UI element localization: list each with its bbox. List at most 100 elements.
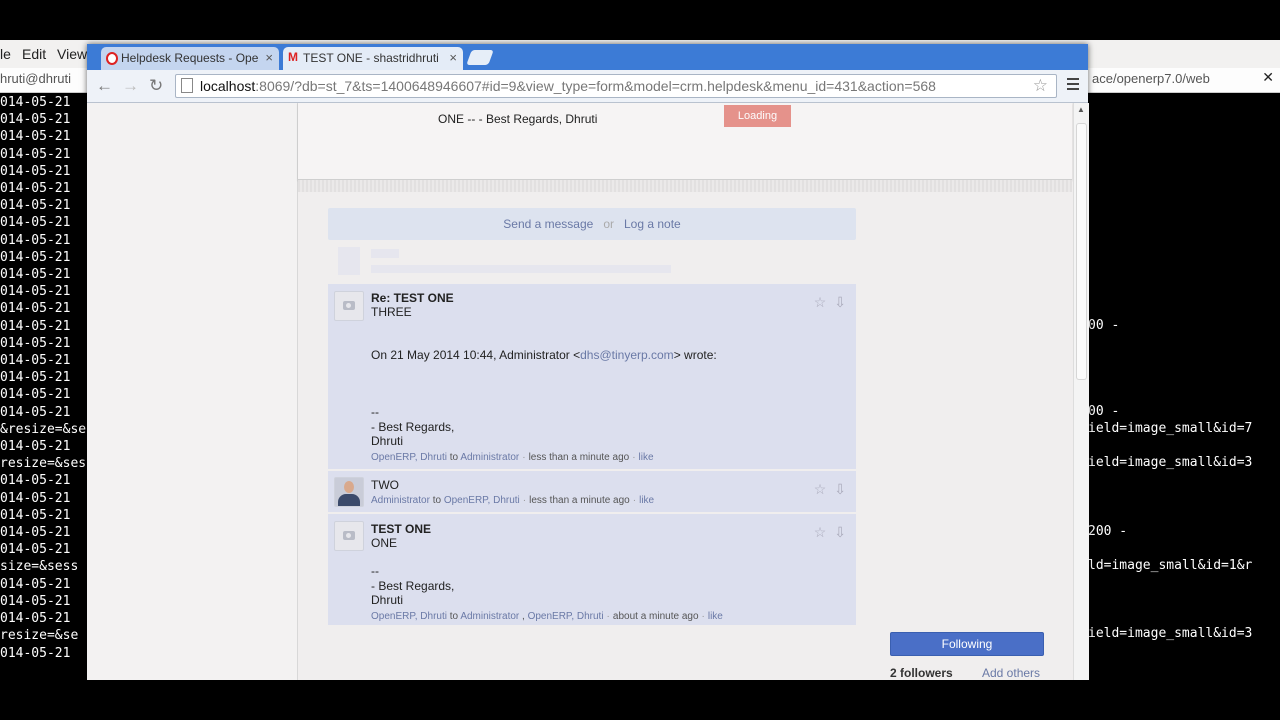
email-link[interactable]: dhs@tinyerp.com	[580, 348, 674, 362]
terminal-line: 014-05-21	[0, 490, 71, 506]
signature-line: - Best Regards,	[371, 420, 455, 434]
signature-name: Dhruti	[371, 434, 404, 448]
forward-arrow-icon[interactable]: →	[122, 76, 139, 96]
followers-count[interactable]: 2 followers	[890, 666, 953, 680]
tab-test-one[interactable]: M TEST ONE - shastridhruti ×	[283, 47, 463, 70]
faded-message-row	[328, 243, 856, 283]
download-icon[interactable]: ⇩	[834, 524, 846, 540]
terminal-line: resize=&se	[0, 628, 79, 644]
message-meta: Administrator to OpenERP, Dhruti · less th…	[371, 495, 655, 506]
terminal-line: 014-05-21	[0, 576, 71, 592]
scroll-up-arrow-icon[interactable]: ▲	[1077, 105, 1085, 114]
terminal-line: 014-05-21	[0, 542, 71, 558]
composer-or: or	[603, 217, 614, 231]
terminal-line: 014-05-21	[0, 215, 71, 231]
page-scrollbar[interactable]: ▲	[1073, 103, 1089, 680]
download-icon[interactable]: ⇩	[834, 481, 846, 497]
tab-helpdesk-requests[interactable]: Helpdesk Requests - Ope ×	[101, 47, 279, 70]
avatar[interactable]	[334, 291, 364, 321]
close-icon[interactable]: ✕	[1262, 69, 1274, 86]
terminal-menu-file[interactable]: le	[0, 46, 11, 62]
sheet-divider	[298, 180, 1072, 192]
message-time: about a minute ago	[612, 611, 699, 622]
terminal-line: 200 -	[1088, 524, 1128, 539]
terminal-line: ield=image_small&id=3	[1088, 455, 1253, 470]
terminal-line: 014-05-21	[0, 318, 71, 334]
browser-toolbar: ← → ↻ localhost:8069/?db=st_7&ts=1400648…	[87, 70, 1088, 103]
close-icon[interactable]: ×	[265, 50, 273, 65]
terminal-menu-view[interactable]: View	[57, 46, 87, 62]
terminal-line: 014-05-21	[0, 129, 71, 145]
page-icon	[181, 78, 193, 93]
new-tab-button[interactable]	[466, 50, 494, 65]
to-label: to	[432, 495, 442, 506]
left-panel	[87, 103, 298, 680]
signature-dash: --	[371, 564, 379, 578]
message-meta: OpenERP, Dhruti to Administrator · less th…	[371, 452, 654, 463]
terminal-menu-edit[interactable]: Edit	[22, 46, 46, 62]
terminal-line: 00 -	[1088, 404, 1120, 419]
terminal-line: 014-05-21	[0, 198, 71, 214]
tab-label: TEST ONE - shastridhruti	[303, 51, 439, 65]
message-body: ONE	[371, 536, 398, 550]
log-note-link[interactable]: Log a note	[624, 217, 681, 231]
form-description: ONE -- - Best Regards, Dhruti	[438, 112, 598, 126]
terminal-line: 00 -	[1088, 318, 1120, 333]
star-icon[interactable]: ☆	[814, 481, 827, 497]
author-link[interactable]: OpenERP, Dhruti	[371, 452, 447, 463]
url-path: :8069/?db=st_7&ts=1400648946607#id=9&vie…	[255, 78, 936, 94]
loading-indicator: Loading	[724, 105, 791, 127]
address-bar[interactable]: localhost:8069/?db=st_7&ts=1400648946607…	[175, 74, 1057, 98]
bookmark-star-icon[interactable]: ☆	[1033, 76, 1048, 96]
browser-window: Helpdesk Requests - Ope × M TEST ONE - s…	[87, 44, 1089, 680]
faded-avatar	[338, 247, 360, 275]
star-icon[interactable]: ☆	[814, 524, 827, 540]
scrollbar-thumb[interactable]	[1076, 123, 1087, 380]
terminal-line: ield=image_small&id=7	[1088, 421, 1253, 436]
terminal-line: 014-05-21	[0, 163, 71, 179]
message-time: less than a minute ago	[529, 495, 630, 506]
separator: ,	[522, 611, 525, 622]
screen-top-bar	[0, 0, 1280, 40]
download-icon[interactable]: ⇩	[834, 294, 846, 310]
recipient-link[interactable]: OpenERP, Dhruti	[444, 495, 520, 506]
recipient-link[interactable]: Administrator	[460, 452, 519, 463]
like-link[interactable]: like	[639, 452, 654, 463]
terminal-line: 014-05-21	[0, 301, 71, 317]
avatar[interactable]	[334, 521, 364, 551]
add-others-link[interactable]: Add others	[982, 666, 1040, 680]
close-icon[interactable]: ×	[449, 50, 457, 65]
screen-bottom-bar	[0, 680, 1280, 720]
terminal-line: 014-05-21	[0, 95, 71, 110]
terminal-output-left: 014-05-21 014-05-21 014-05-21 014-05-21 014-…	[0, 94, 90, 662]
message-meta: OpenERP, Dhruti to Administrator , OpenE…	[371, 611, 723, 622]
reload-icon[interactable]: ↻	[149, 76, 163, 96]
faded-text	[371, 249, 399, 258]
terminal-line: 014-05-21	[0, 370, 71, 386]
back-arrow-icon[interactable]: ←	[96, 76, 113, 96]
star-icon[interactable]: ☆	[814, 294, 827, 310]
like-link[interactable]: like	[639, 495, 654, 506]
like-link[interactable]: like	[708, 611, 723, 622]
message-test-one: ☆ ⇩ TEST ONE ONE -- - Best Regards, Dhrut…	[328, 514, 856, 625]
author-link[interactable]: Administrator	[371, 495, 430, 506]
terminal-line: 014-05-21	[0, 267, 71, 283]
send-message-link[interactable]: Send a message	[503, 217, 593, 231]
avatar[interactable]	[334, 477, 364, 507]
terminal-line: 014-05-21	[0, 593, 71, 609]
terminal-output-right: 00 - 00 - ield=image_small&id=7 ield=ima…	[1088, 94, 1280, 680]
author-link[interactable]: OpenERP, Dhruti	[371, 611, 447, 622]
hamburger-menu-icon[interactable]	[1067, 78, 1079, 92]
following-button[interactable]: Following	[890, 632, 1044, 656]
terminal-line: 014-05-21	[0, 284, 71, 300]
faded-text	[371, 265, 671, 273]
recipient-link[interactable]: Administrator	[460, 611, 519, 622]
terminal-line: &resize=&se	[0, 421, 87, 437]
terminal-line: 014-05-21	[0, 611, 71, 627]
message-re-test-one: ☆ ⇩ Re: TEST ONE THREE On 21 May 2014 10:…	[328, 284, 856, 469]
recipient-link[interactable]: OpenERP, Dhruti	[528, 611, 604, 622]
message-two: ☆ ⇩ TWO Administrator to OpenERP, Dhruti ·…	[328, 471, 856, 512]
terminal-line: 014-05-21	[0, 146, 71, 162]
tab-strip: Helpdesk Requests - Ope × M TEST ONE - s…	[87, 44, 1088, 70]
chatter-composer: Send a message or Log a note	[328, 208, 856, 240]
